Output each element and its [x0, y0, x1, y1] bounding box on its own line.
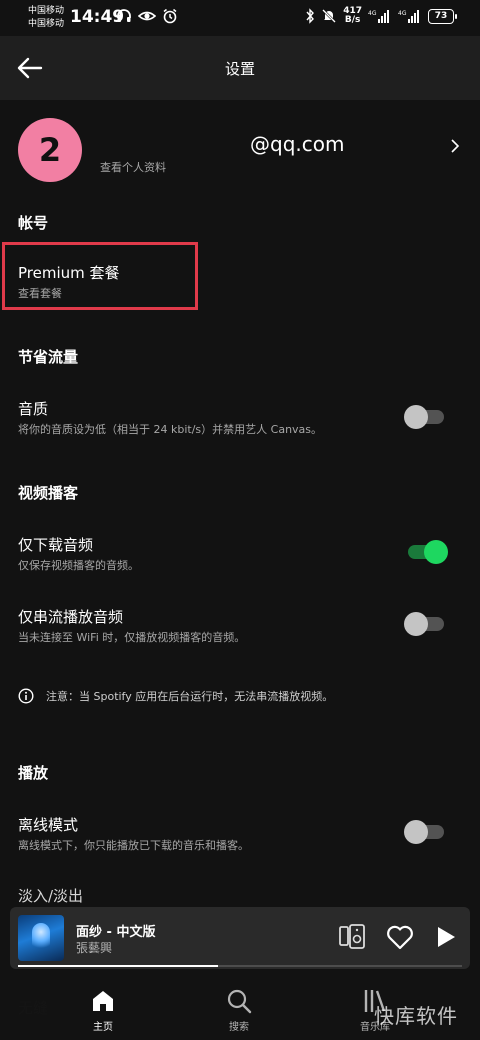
alarm-icon: [163, 8, 177, 24]
info-icon: [18, 688, 34, 704]
section-account: 帐号: [18, 214, 49, 232]
cover-figure: [32, 923, 50, 953]
signal-4g-icon-2: 4G: [398, 10, 419, 23]
mute-bell-icon: [322, 9, 337, 23]
track-title: 面纱 - 中文版: [76, 925, 156, 940]
search-icon: [227, 989, 252, 1014]
status-icons-right: 417 B/s 4G 4G 73: [305, 7, 457, 25]
headphones-icon: [117, 9, 131, 22]
signal-4g-icon: 4G: [368, 10, 389, 23]
player-controls: [338, 924, 458, 950]
chevron-right-icon: [451, 139, 460, 153]
mini-player[interactable]: 面纱 - 中文版 張藝興: [10, 907, 470, 969]
progress-fill: [18, 965, 218, 967]
nav-home[interactable]: 主页: [63, 988, 143, 1033]
album-cover: [18, 915, 64, 961]
status-icons-left: [116, 8, 178, 24]
audio-quality-title: 音质: [18, 400, 49, 418]
track-artist: 張藝興: [76, 941, 113, 955]
download-audio-desc: 仅保存视频播客的音频。: [18, 559, 139, 572]
watermark: 快库软件: [374, 1004, 458, 1028]
audio-quality-desc: 将你的音质设为低（相当于 24 kbit/s）并禁用艺人 Canvas。: [18, 423, 323, 436]
avatar: 2: [18, 118, 82, 182]
toggle-knob: [404, 405, 428, 429]
carrier-1: 中国移动: [28, 6, 65, 16]
svg-text:4G: 4G: [398, 10, 407, 17]
nav-search-label: 搜索: [229, 1022, 249, 1033]
nav-search[interactable]: 搜索: [199, 988, 279, 1033]
battery-indicator: 73: [428, 8, 457, 24]
offline-mode-toggle[interactable]: [404, 820, 444, 844]
section-playback: 播放: [18, 764, 49, 782]
status-bar: 中国移动 中国移动 14:49 417 B/s 4G 4G 73: [0, 0, 480, 36]
crossfade-item[interactable]: 淡入/淡出: [18, 885, 83, 906]
section-video-podcasts: 视频播客: [18, 484, 79, 502]
highlight-box: [2, 242, 198, 310]
stream-audio-toggle[interactable]: [404, 612, 444, 636]
page-title: 设置: [224, 60, 255, 78]
offline-desc: 离线模式下，你只能播放已下载的音乐和播客。: [18, 839, 249, 852]
offline-title: 离线模式: [18, 816, 79, 834]
download-audio-toggle[interactable]: [408, 540, 448, 564]
svg-text:4G: 4G: [368, 10, 377, 17]
speed-unit: B/s: [344, 15, 361, 25]
home-icon: [93, 991, 113, 1011]
settings-header: 设置: [0, 36, 480, 100]
notice-text: 注意：当 Spotify 应用在后台运行时，无法串流播放视频。: [46, 690, 334, 703]
eye-icon: [138, 11, 156, 21]
profile-name: @qq.com: [250, 132, 345, 156]
info-notice: 注意：当 Spotify 应用在后台运行时，无法串流播放视频。: [18, 688, 333, 704]
section-data-saver: 节省流量: [18, 348, 79, 366]
carrier-labels: 中国移动 中国移动: [28, 5, 64, 31]
carrier-2: 中国移动: [28, 19, 65, 29]
download-audio-title: 仅下载音频: [18, 536, 94, 554]
play-icon[interactable]: [434, 924, 458, 950]
heart-icon[interactable]: [386, 924, 414, 950]
connect-device-icon[interactable]: [338, 924, 366, 950]
network-speed: 417 B/s: [343, 7, 362, 25]
playback-progress: [18, 965, 462, 967]
toggle-knob: [424, 540, 448, 564]
profile-row[interactable]: 2 @qq.com 查看个人资料: [0, 116, 480, 186]
stream-audio-title: 仅串流播放音频: [18, 608, 124, 626]
profile-subtitle: 查看个人资料: [100, 161, 166, 174]
nav-home-label: 主页: [93, 1022, 113, 1033]
toggle-knob: [404, 820, 428, 844]
stream-audio-desc: 当未连接至 WiFi 时，仅播放视频播客的音频。: [18, 631, 246, 644]
toggle-knob: [404, 612, 428, 636]
bluetooth-icon: [306, 8, 315, 24]
audio-quality-toggle[interactable]: [404, 405, 444, 429]
